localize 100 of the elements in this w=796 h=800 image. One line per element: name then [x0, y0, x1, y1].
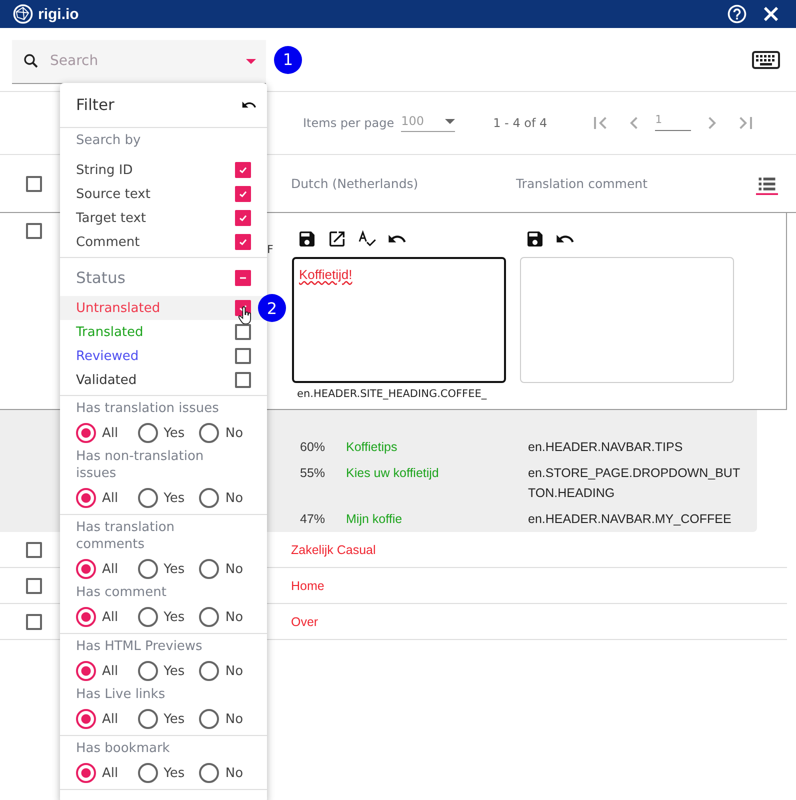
radio-label: Yes	[164, 490, 185, 506]
checkbox[interactable]	[26, 614, 42, 630]
group-label: Has translation comments	[76, 519, 176, 553]
page-input[interactable]: 1	[655, 116, 692, 130]
checkbox[interactable]	[235, 372, 251, 388]
checkbox[interactable]	[26, 223, 42, 239]
radio-label: Yes	[164, 426, 185, 440]
step-badge: 2	[258, 294, 286, 322]
range-text: 1 - 4 of 4	[493, 116, 548, 130]
group-label: Has translation issues	[76, 400, 220, 417]
status-option: Validated	[76, 372, 137, 388]
string-id: en.HEADER.SITE_HEADING.COFFEE_	[296, 388, 488, 400]
radio-button[interactable]	[199, 559, 220, 579]
save-icon[interactable]	[297, 229, 317, 249]
radio-button[interactable]	[138, 661, 158, 681]
radio-button[interactable]	[138, 423, 158, 443]
checkbox[interactable]	[235, 234, 251, 250]
radio-button[interactable]	[76, 763, 96, 783]
items-per-page-label: Items per page	[303, 116, 394, 130]
save-icon[interactable]	[525, 229, 545, 249]
radio-label: No	[225, 610, 244, 624]
table-cell: Zakelijk Casual	[291, 542, 376, 556]
search-field[interactable]: Search	[12, 40, 266, 84]
checkbox[interactable]	[235, 348, 251, 364]
cell-text: F	[267, 243, 274, 256]
table-cell: Over	[291, 614, 318, 628]
hand-cursor-icon	[238, 306, 253, 325]
checkbox[interactable]	[26, 542, 42, 558]
suggestion-text[interactable]: Kies uw koffietijd	[346, 463, 528, 483]
radio-label: All	[102, 664, 118, 678]
group-label: Has Live links	[76, 686, 166, 703]
step-badge: 1	[274, 46, 302, 74]
radio-label: Yes	[164, 664, 185, 678]
radio-label: No	[225, 426, 244, 440]
spellcheck-icon[interactable]	[357, 229, 377, 249]
option-label: Source text	[76, 186, 150, 202]
radio-label: No	[225, 562, 244, 576]
group-label: Has non-translation issues	[76, 448, 205, 482]
column-header: Translation comment	[516, 176, 648, 191]
string-id: en.HEADER.NAVBAR.MY_COFFEE	[528, 511, 732, 528]
radio-button[interactable]	[199, 423, 220, 443]
group-label: Has bookmark	[76, 740, 171, 757]
radio-button[interactable]	[76, 423, 96, 443]
option-label: String ID	[76, 162, 133, 178]
column-header: Dutch (Netherlands)	[291, 176, 420, 191]
open-in-new-icon[interactable]	[327, 229, 347, 249]
radio-label: All	[102, 610, 118, 624]
help-icon[interactable]	[726, 3, 748, 25]
checkbox[interactable]	[235, 210, 251, 226]
radio-label: Yes	[164, 766, 185, 780]
radio-button[interactable]	[76, 488, 96, 508]
keyboard-icon[interactable]	[752, 50, 780, 70]
radio-button[interactable]	[76, 607, 96, 627]
radio-button[interactable]	[138, 559, 158, 579]
radio-button[interactable]	[199, 709, 220, 729]
caret-icon	[246, 58, 256, 64]
table-cell: Home	[291, 578, 324, 592]
radio-button[interactable]	[76, 559, 96, 579]
suggestion-text[interactable]: Koffietips	[346, 437, 528, 457]
radio-label: All	[102, 712, 118, 726]
match-percentage: 55%	[300, 465, 326, 482]
match-percentage: 60%	[300, 439, 326, 456]
radio-button[interactable]	[138, 709, 158, 729]
search-input[interactable]: Search	[48, 52, 246, 70]
caret-icon	[445, 118, 456, 124]
radio-label: Yes	[164, 712, 185, 726]
radio-button[interactable]	[199, 661, 220, 681]
option-label: Comment	[76, 234, 140, 250]
radio-button[interactable]	[138, 607, 158, 627]
checkbox[interactable]	[235, 324, 251, 340]
string-id: en.HEADER.NAVBAR.TIPS	[528, 439, 684, 456]
translation-field[interactable]: Koffietijd!	[292, 257, 506, 383]
section-label: Status	[76, 269, 126, 287]
option-label: Target text	[76, 210, 146, 226]
section-label: Search by	[76, 132, 142, 149]
status-option: Translated	[76, 324, 144, 340]
checkbox[interactable]	[235, 162, 251, 178]
radio-label: All	[102, 426, 118, 440]
radio-button[interactable]	[76, 709, 96, 729]
search-icon	[22, 52, 40, 70]
radio-label: Yes	[164, 562, 185, 576]
radio-button[interactable]	[199, 488, 220, 508]
radio-label: Yes	[164, 610, 185, 624]
radio-label: All	[102, 766, 118, 780]
checkbox[interactable]	[235, 270, 251, 286]
status-option: Untranslated	[76, 300, 160, 316]
checkbox[interactable]	[26, 578, 42, 594]
page-size-select[interactable]: 100	[401, 114, 456, 132]
radio-button[interactable]	[76, 661, 96, 681]
suggestion-text[interactable]: Mijn koffie	[346, 509, 528, 529]
checkbox[interactable]	[26, 176, 42, 192]
radio-button[interactable]	[138, 488, 158, 508]
status-option: Reviewed	[76, 348, 139, 364]
group-label: Has comment	[76, 584, 168, 601]
radio-button[interactable]	[199, 607, 220, 627]
radio-button[interactable]	[199, 763, 220, 783]
checkbox[interactable]	[235, 186, 251, 202]
comment-field[interactable]	[520, 257, 734, 383]
radio-button[interactable]	[138, 763, 158, 783]
radio-label: All	[102, 490, 118, 506]
